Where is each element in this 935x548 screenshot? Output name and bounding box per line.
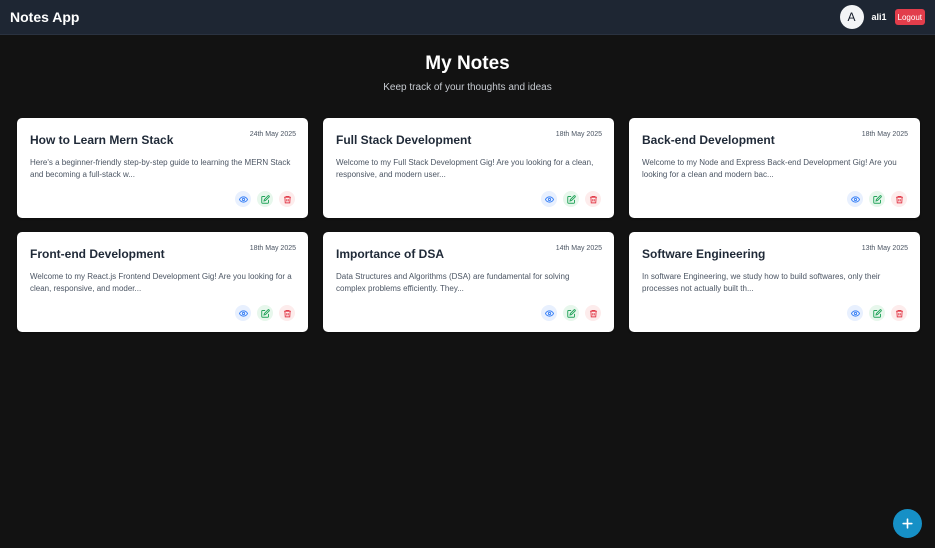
top-navbar: Notes App A ali1 Logout [0,0,935,35]
note-card[interactable]: Full Stack Development 18th May 2025 Wel… [323,118,614,218]
edit-icon [260,308,270,318]
edit-icon [566,194,576,204]
page-subtitle: Keep track of your thoughts and ideas [383,82,552,93]
edit-icon [872,194,882,204]
note-date: 13th May 2025 [861,245,908,252]
note-preview: Data Structures and Algorithms (DSA) are… [336,272,570,293]
note-preview: Welcome to my React.js Frontend Developm… [30,272,292,293]
note-actions [235,305,295,321]
note-date: 18th May 2025 [555,131,602,138]
trash-icon [283,195,291,203]
note-preview: Welcome to my Node and Express Back-end … [642,158,897,179]
page-title: My Notes [425,53,510,74]
app-title[interactable]: Notes App [10,9,79,25]
username: ali1 [871,12,887,22]
note-actions [541,305,601,321]
edit-note-button[interactable] [563,305,579,321]
delete-note-button[interactable] [891,191,907,207]
edit-note-button[interactable] [257,191,273,207]
notes-grid: How to Learn Mern Stack 24th May 2025 He… [17,118,920,332]
note-card[interactable]: Importance of DSA 14th May 2025 Data Str… [323,232,614,332]
eye-icon [544,309,554,317]
note-actions [847,191,907,207]
delete-note-button[interactable] [585,305,601,321]
view-note-button[interactable] [235,305,251,321]
note-actions [235,191,295,207]
view-note-button[interactable] [847,191,863,207]
avatar[interactable]: A [839,5,864,29]
eye-icon [850,309,860,317]
note-card[interactable]: Software Engineering 13th May 2025 In so… [629,232,920,332]
note-date: 18th May 2025 [249,245,296,252]
edit-note-button[interactable] [257,305,273,321]
logout-button[interactable]: Logout [894,9,925,25]
note-date: 24th May 2025 [249,131,296,138]
eye-icon [850,195,860,203]
edit-icon [260,194,270,204]
note-date: 14th May 2025 [555,245,602,252]
edit-note-button[interactable] [563,191,579,207]
note-card[interactable]: Back-end Development 18th May 2025 Welco… [629,118,920,218]
note-preview: Here's a beginner-friendly step-by-step … [30,158,291,179]
view-note-button[interactable] [235,191,251,207]
note-actions [541,191,601,207]
note-preview: Welcome to my Full Stack Development Gig… [336,158,594,179]
eye-icon [544,195,554,203]
eye-icon [238,309,248,317]
user-area: A ali1 Logout [839,5,925,29]
note-actions [847,305,907,321]
note-card[interactable]: Front-end Development 18th May 2025 Welc… [17,232,308,332]
trash-icon [895,195,903,203]
trash-icon [589,309,597,317]
note-preview: In software Engineering, we study how to… [642,272,881,293]
delete-note-button[interactable] [891,305,907,321]
edit-note-button[interactable] [869,191,885,207]
view-note-button[interactable] [847,305,863,321]
trash-icon [589,195,597,203]
delete-note-button[interactable] [585,191,601,207]
note-card[interactable]: How to Learn Mern Stack 24th May 2025 He… [17,118,308,218]
view-note-button[interactable] [541,305,557,321]
delete-note-button[interactable] [279,191,295,207]
delete-note-button[interactable] [279,305,295,321]
add-note-button[interactable] [893,509,922,538]
note-date: 18th May 2025 [861,131,908,138]
edit-note-button[interactable] [869,305,885,321]
plus-icon [902,518,913,529]
view-note-button[interactable] [541,191,557,207]
edit-icon [566,308,576,318]
trash-icon [895,309,903,317]
trash-icon [283,309,291,317]
eye-icon [238,195,248,203]
edit-icon [872,308,882,318]
